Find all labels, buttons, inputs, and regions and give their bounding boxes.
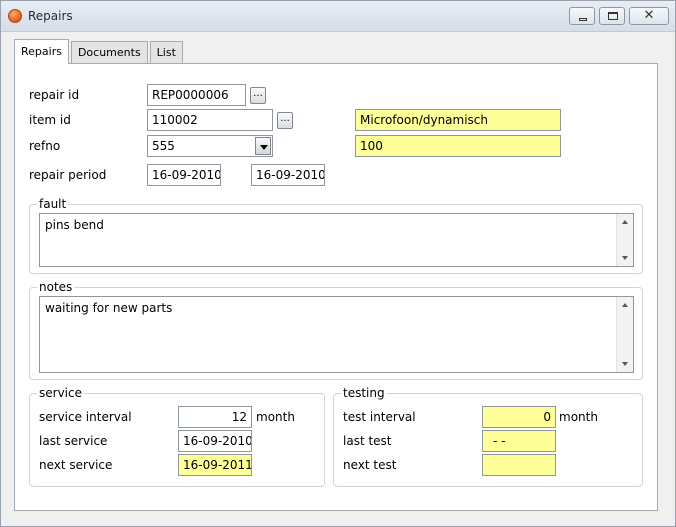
testing-group: testing test interval 0 month last test … bbox=[333, 386, 643, 487]
last-test-label: last test bbox=[343, 434, 392, 448]
next-test-field[interactable] bbox=[482, 454, 556, 476]
service-interval-unit: month bbox=[256, 410, 295, 424]
item-id-label: item id bbox=[29, 113, 71, 127]
maximize-button[interactable] bbox=[599, 7, 625, 25]
test-interval-label: test interval bbox=[343, 410, 416, 424]
notes-text: waiting for new parts bbox=[45, 301, 173, 315]
refno-label: refno bbox=[29, 139, 61, 153]
refno-select[interactable]: 555 bbox=[147, 135, 273, 157]
fault-text: pins bend bbox=[45, 218, 104, 232]
testing-title: testing bbox=[341, 386, 387, 400]
service-group: service service interval 12 month last s… bbox=[29, 386, 325, 487]
minimize-button[interactable] bbox=[569, 7, 595, 25]
close-button[interactable]: ✕ bbox=[629, 7, 669, 25]
app-icon bbox=[8, 9, 22, 23]
service-interval-field[interactable]: 12 bbox=[178, 406, 252, 428]
window-title: Repairs bbox=[28, 9, 73, 23]
notes-scrollbar[interactable] bbox=[616, 297, 633, 372]
maximize-icon bbox=[608, 12, 618, 20]
test-interval-unit: month bbox=[559, 410, 598, 424]
chevron-down-icon[interactable] bbox=[255, 137, 271, 155]
service-title: service bbox=[37, 386, 84, 400]
repair-id-label: repair id bbox=[29, 88, 80, 102]
fault-title: fault bbox=[37, 197, 69, 211]
period-end-field[interactable]: 16-09-2010 bbox=[251, 164, 325, 186]
scroll-up-icon[interactable] bbox=[622, 220, 628, 224]
item-description-field[interactable]: Microfoon/dynamisch bbox=[355, 109, 561, 131]
last-test-field[interactable]: - - bbox=[482, 430, 556, 452]
notes-title: notes bbox=[37, 280, 75, 294]
scroll-up-icon[interactable] bbox=[622, 303, 628, 307]
test-interval-field[interactable]: 0 bbox=[482, 406, 556, 428]
last-service-field[interactable]: 16-09-2010 bbox=[178, 430, 252, 452]
fault-scrollbar[interactable] bbox=[616, 214, 633, 266]
next-service-label: next service bbox=[39, 458, 113, 472]
repair-id-browse-button[interactable]: ... bbox=[250, 87, 266, 104]
close-icon: ✕ bbox=[643, 8, 655, 23]
tab-strip: Repairs Documents List bbox=[14, 39, 185, 64]
refno-extra-field[interactable]: 100 bbox=[355, 135, 561, 157]
repair-period-label: repair period bbox=[29, 168, 107, 182]
service-interval-label: service interval bbox=[39, 410, 132, 424]
item-id-field[interactable]: 110002 bbox=[147, 109, 273, 131]
scroll-down-icon[interactable] bbox=[622, 256, 628, 260]
item-id-browse-button[interactable]: ... bbox=[277, 112, 293, 129]
repairs-window: Repairs ✕ Repairs Documents List repair … bbox=[0, 0, 676, 527]
repairs-panel: repair id REP0000006 ... item id 110002 … bbox=[14, 63, 658, 511]
notes-group: notes waiting for new parts bbox=[29, 280, 643, 380]
refno-selected-value: 555 bbox=[152, 139, 175, 153]
window-controls: ✕ bbox=[569, 7, 669, 25]
next-test-label: next test bbox=[343, 458, 397, 472]
fault-textarea[interactable]: pins bend bbox=[39, 213, 634, 267]
last-service-label: last service bbox=[39, 434, 108, 448]
minimize-icon bbox=[579, 18, 587, 21]
tab-documents[interactable]: Documents bbox=[70, 41, 148, 64]
title-bar[interactable]: Repairs ✕ bbox=[1, 1, 675, 32]
scroll-down-icon[interactable] bbox=[622, 362, 628, 366]
notes-textarea[interactable]: waiting for new parts bbox=[39, 296, 634, 373]
fault-group: fault pins bend bbox=[29, 197, 643, 274]
repair-id-field[interactable]: REP0000006 bbox=[147, 84, 246, 106]
period-start-field[interactable]: 16-09-2010 bbox=[147, 164, 221, 186]
tab-list[interactable]: List bbox=[149, 41, 183, 64]
next-service-field[interactable]: 16-09-2011 bbox=[178, 454, 252, 476]
tab-repairs[interactable]: Repairs bbox=[14, 39, 69, 64]
